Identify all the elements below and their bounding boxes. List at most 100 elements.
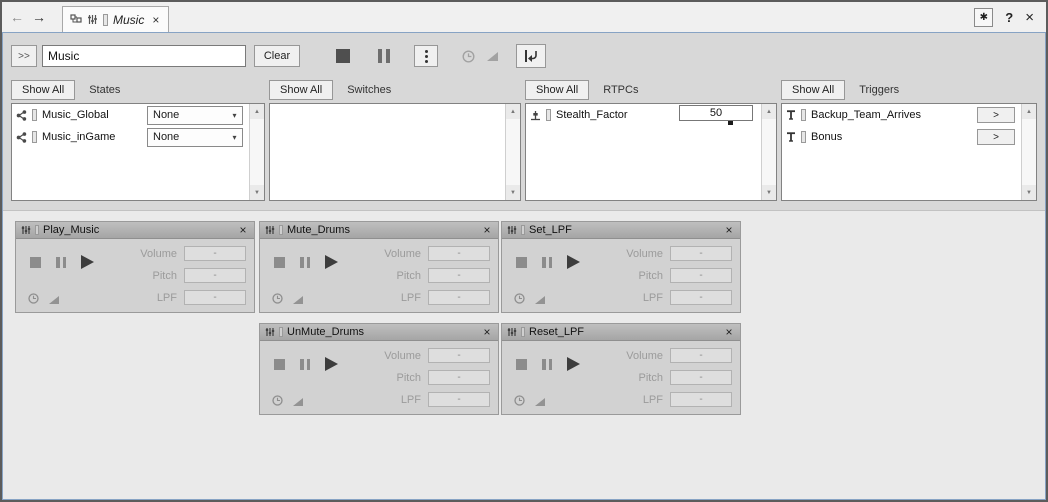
scroll-up-icon[interactable]: ▲ (1022, 104, 1036, 119)
pitch-field[interactable]: - (184, 268, 246, 283)
rtpcs-scrollbar[interactable]: ▲ ▼ (761, 104, 776, 200)
back-arrow-icon[interactable]: ← (10, 9, 24, 25)
pause-all-button[interactable] (378, 49, 390, 63)
forward-arrow-icon[interactable]: → (32, 9, 46, 25)
module-close-icon[interactable]: × (723, 223, 735, 237)
play-button[interactable] (567, 357, 580, 371)
help-icon[interactable]: ? (1005, 10, 1013, 25)
rtpcs-show-all-button[interactable]: Show All (525, 80, 589, 100)
switches-scrollbar[interactable]: ▲ ▼ (505, 104, 520, 200)
tab-close-icon[interactable]: × (152, 13, 159, 27)
module-titlebar[interactable]: Mute_Drums × (260, 222, 498, 239)
module-close-icon[interactable]: × (237, 223, 249, 237)
scroll-up-icon[interactable]: ▲ (762, 104, 776, 119)
trigger-row[interactable]: Bonus > (782, 126, 1021, 148)
triggers-show-all-button[interactable]: Show All (781, 80, 845, 100)
scroll-down-icon[interactable]: ▼ (250, 185, 264, 200)
scroll-down-icon[interactable]: ▼ (762, 185, 776, 200)
pause-button[interactable] (300, 257, 310, 268)
scroll-down-icon[interactable]: ▼ (506, 185, 520, 200)
rtpc-slider-thumb[interactable] (728, 121, 733, 125)
fade-icon[interactable] (293, 398, 303, 406)
module-set-lpf[interactable]: Set_LPF × Vo (501, 221, 741, 313)
pause-button[interactable] (542, 257, 552, 268)
post-trigger-button[interactable]: > (977, 107, 1015, 123)
module-titlebar[interactable]: Reset_LPF × (502, 324, 740, 341)
stop-button[interactable] (516, 257, 527, 268)
state-row[interactable]: Music_Global None ▾ (12, 104, 249, 126)
pause-button[interactable] (56, 257, 66, 268)
timer-icon[interactable] (462, 50, 475, 63)
scroll-up-icon[interactable]: ▲ (250, 104, 264, 119)
module-reset-lpf[interactable]: Reset_LPF × (501, 323, 741, 415)
switches-show-all-button[interactable]: Show All (269, 80, 333, 100)
timer-icon[interactable] (28, 293, 39, 304)
play-button[interactable] (567, 255, 580, 269)
lpf-field[interactable]: - (670, 290, 732, 305)
play-button[interactable] (325, 255, 338, 269)
fade-icon[interactable] (535, 398, 545, 406)
lpf-field[interactable]: - (670, 392, 732, 407)
fade-icon[interactable] (535, 296, 545, 304)
rtpc-slider[interactable] (679, 121, 753, 126)
post-trigger-button[interactable]: > (977, 129, 1015, 145)
module-play-music[interactable]: Play_Music × (15, 221, 255, 313)
timer-icon[interactable] (514, 395, 525, 406)
rtpc-value-widget[interactable]: 50 (679, 105, 753, 126)
more-options-button[interactable] (414, 45, 438, 67)
module-close-icon[interactable]: × (481, 325, 493, 339)
volume-field[interactable]: - (670, 348, 732, 363)
pause-button[interactable] (300, 359, 310, 370)
fade-icon[interactable] (487, 52, 498, 61)
state-dropdown[interactable]: None ▾ (147, 128, 243, 147)
volume-field[interactable]: - (428, 348, 490, 363)
trigger-row[interactable]: Backup_Team_Arrives > (782, 104, 1021, 126)
triggers-scrollbar[interactable]: ▲ ▼ (1021, 104, 1036, 200)
expand-selector-button[interactable]: >> (11, 45, 37, 67)
stop-all-button[interactable] (336, 49, 350, 63)
clear-button[interactable]: Clear (254, 45, 300, 67)
window-close-icon[interactable]: × (1025, 9, 1034, 26)
states-scrollbar[interactable]: ▲ ▼ (249, 104, 264, 200)
pitch-field[interactable]: - (428, 268, 490, 283)
volume-field[interactable]: - (428, 246, 490, 261)
timer-icon[interactable] (272, 395, 283, 406)
play-button[interactable] (81, 255, 94, 269)
pitch-field[interactable]: - (428, 370, 490, 385)
state-row[interactable]: Music_inGame None ▾ (12, 126, 249, 148)
lpf-field[interactable]: - (184, 290, 246, 305)
pin-button[interactable]: ✱ (974, 8, 993, 27)
state-dropdown[interactable]: None ▾ (147, 106, 243, 125)
reset-all-button[interactable] (516, 44, 546, 68)
play-button[interactable] (325, 357, 338, 371)
module-titlebar[interactable]: UnMute_Drums × (260, 324, 498, 341)
timer-icon[interactable] (272, 293, 283, 304)
stop-button[interactable] (274, 257, 285, 268)
module-close-icon[interactable]: × (481, 223, 493, 237)
volume-field[interactable]: - (670, 246, 732, 261)
module-close-icon[interactable]: × (723, 325, 735, 339)
tab-music[interactable]: Music × (62, 6, 169, 32)
volume-field[interactable]: - (184, 246, 246, 261)
scroll-down-icon[interactable]: ▼ (1022, 185, 1036, 200)
scroll-up-icon[interactable]: ▲ (506, 104, 520, 119)
lpf-field[interactable]: - (428, 392, 490, 407)
pause-button[interactable] (542, 359, 552, 370)
fade-icon[interactable] (49, 296, 59, 304)
rtpc-row[interactable]: Stealth_Factor 50 (526, 104, 761, 126)
lpf-field[interactable]: - (428, 290, 490, 305)
session-name-input[interactable] (42, 45, 246, 67)
pitch-field[interactable]: - (670, 268, 732, 283)
fade-icon[interactable] (293, 296, 303, 304)
pitch-field[interactable]: - (670, 370, 732, 385)
timer-icon[interactable] (514, 293, 525, 304)
module-titlebar[interactable]: Play_Music × (16, 222, 254, 239)
stop-button[interactable] (516, 359, 527, 370)
states-show-all-button[interactable]: Show All (11, 80, 75, 100)
rtpc-value-field[interactable]: 50 (679, 105, 753, 121)
module-mute-drums[interactable]: Mute_Drums × (259, 221, 499, 313)
module-titlebar[interactable]: Set_LPF × (502, 222, 740, 239)
stop-button[interactable] (30, 257, 41, 268)
module-unmute-drums[interactable]: UnMute_Drums × (259, 323, 499, 415)
stop-button[interactable] (274, 359, 285, 370)
